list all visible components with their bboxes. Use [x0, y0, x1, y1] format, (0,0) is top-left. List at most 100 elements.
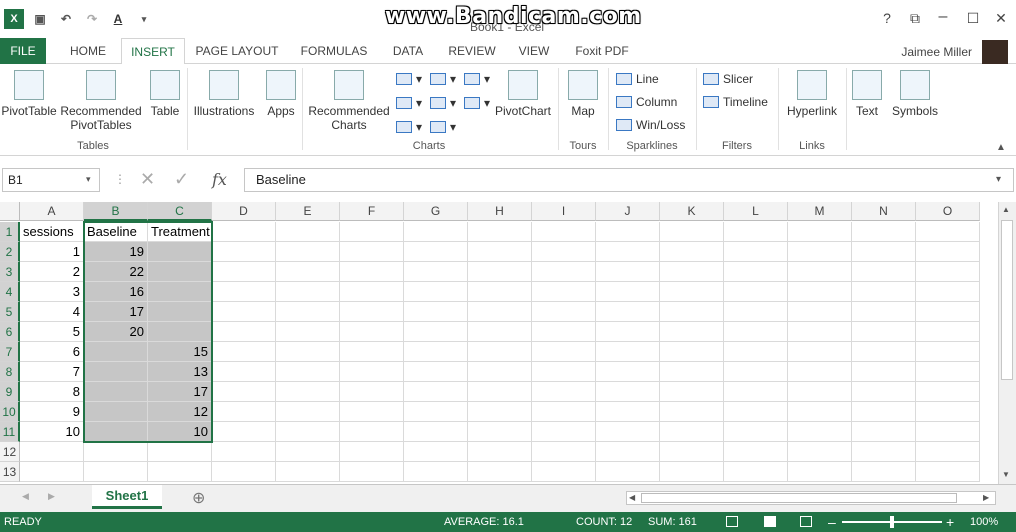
- cell-g12[interactable]: [404, 442, 468, 462]
- cell-l7[interactable]: [724, 342, 788, 362]
- cell-g2[interactable]: [404, 242, 468, 262]
- cell-o1[interactable]: [916, 222, 980, 242]
- tab-insert[interactable]: INSERT: [121, 38, 185, 65]
- scroll-up-icon[interactable]: ▲: [1002, 205, 1010, 214]
- cell-f5[interactable]: [340, 302, 404, 322]
- row-header[interactable]: 6: [0, 322, 20, 342]
- cell-d8[interactable]: [212, 362, 276, 382]
- cell-b6[interactable]: 20: [84, 322, 148, 342]
- cell-a6[interactable]: 5: [20, 322, 84, 342]
- scroll-right-icon[interactable]: ▶: [983, 493, 989, 502]
- illustrations-button[interactable]: Illustrations: [190, 70, 258, 118]
- cell-l3[interactable]: [724, 262, 788, 282]
- cell-i8[interactable]: [532, 362, 596, 382]
- cell-h12[interactable]: [468, 442, 532, 462]
- cell-e1[interactable]: [276, 222, 340, 242]
- insert-function-icon[interactable]: fx: [212, 170, 227, 189]
- tab-review[interactable]: REVIEW: [444, 38, 500, 64]
- scroll-left-icon[interactable]: ◀: [629, 493, 635, 502]
- cell-l9[interactable]: [724, 382, 788, 402]
- cell-n12[interactable]: [852, 442, 916, 462]
- cell-j3[interactable]: [596, 262, 660, 282]
- hyperlink-button[interactable]: Hyperlink: [782, 70, 842, 118]
- cell-j9[interactable]: [596, 382, 660, 402]
- cell-d13[interactable]: [212, 462, 276, 482]
- cell-m5[interactable]: [788, 302, 852, 322]
- column-header-m[interactable]: M: [788, 202, 852, 221]
- cell-j5[interactable]: [596, 302, 660, 322]
- cell-i9[interactable]: [532, 382, 596, 402]
- cell-h8[interactable]: [468, 362, 532, 382]
- cell-d5[interactable]: [212, 302, 276, 322]
- cell-i6[interactable]: [532, 322, 596, 342]
- cell-n13[interactable]: [852, 462, 916, 482]
- cell-c1[interactable]: Treatment: [148, 222, 212, 242]
- cell-h4[interactable]: [468, 282, 532, 302]
- pivottable-button[interactable]: PivotTable: [0, 70, 58, 118]
- page-break-view-icon[interactable]: [800, 516, 812, 527]
- row-header[interactable]: 3: [0, 262, 20, 282]
- cell-j2[interactable]: [596, 242, 660, 262]
- row-header[interactable]: 7: [0, 342, 20, 362]
- cell-d4[interactable]: [212, 282, 276, 302]
- column-header-c[interactable]: C: [148, 202, 212, 221]
- cell-e7[interactable]: [276, 342, 340, 362]
- cell-b5[interactable]: 17: [84, 302, 148, 322]
- cell-a8[interactable]: 7: [20, 362, 84, 382]
- cell-k1[interactable]: [660, 222, 724, 242]
- font-color-icon[interactable]: A: [108, 9, 128, 29]
- cell-b4[interactable]: 16: [84, 282, 148, 302]
- cell-d11[interactable]: [212, 422, 276, 442]
- pie-chart-button[interactable]: ▾: [396, 120, 422, 134]
- row-header[interactable]: 10: [0, 402, 20, 422]
- cell-h2[interactable]: [468, 242, 532, 262]
- cell-c2[interactable]: [148, 242, 212, 262]
- cell-o10[interactable]: [916, 402, 980, 422]
- cell-d3[interactable]: [212, 262, 276, 282]
- sheet-tab-sheet1[interactable]: Sheet1: [92, 485, 162, 509]
- cell-g7[interactable]: [404, 342, 468, 362]
- undo-icon[interactable]: ↶: [56, 9, 76, 29]
- cell-m7[interactable]: [788, 342, 852, 362]
- cell-k4[interactable]: [660, 282, 724, 302]
- cell-a11[interactable]: 10: [20, 422, 84, 442]
- map-button[interactable]: Map: [562, 70, 604, 118]
- cell-o3[interactable]: [916, 262, 980, 282]
- cell-m1[interactable]: [788, 222, 852, 242]
- sparkline-winloss-button[interactable]: Win/Loss: [616, 118, 685, 132]
- cell-e4[interactable]: [276, 282, 340, 302]
- cell-l4[interactable]: [724, 282, 788, 302]
- cell-e11[interactable]: [276, 422, 340, 442]
- column-header-g[interactable]: G: [404, 202, 468, 221]
- cell-j7[interactable]: [596, 342, 660, 362]
- cell-d12[interactable]: [212, 442, 276, 462]
- save-icon[interactable]: ▣: [30, 9, 50, 29]
- cell-m4[interactable]: [788, 282, 852, 302]
- cell-l8[interactable]: [724, 362, 788, 382]
- zoom-level[interactable]: 100%: [970, 512, 998, 532]
- redo-icon[interactable]: ↷: [82, 9, 102, 29]
- cell-c12[interactable]: [148, 442, 212, 462]
- expand-formula-bar-icon[interactable]: ▾: [996, 174, 1001, 185]
- column-header-l[interactable]: L: [724, 202, 788, 221]
- cell-f1[interactable]: [340, 222, 404, 242]
- formula-input[interactable]: Baseline: [244, 168, 1014, 192]
- cell-i4[interactable]: [532, 282, 596, 302]
- recommended-charts-button[interactable]: Recommended Charts: [304, 70, 394, 132]
- cell-a3[interactable]: 2: [20, 262, 84, 282]
- vertical-scroll-thumb[interactable]: [1001, 220, 1013, 380]
- cell-f11[interactable]: [340, 422, 404, 442]
- cell-h3[interactable]: [468, 262, 532, 282]
- cell-o2[interactable]: [916, 242, 980, 262]
- cell-f4[interactable]: [340, 282, 404, 302]
- zoom-in-icon[interactable]: +: [946, 512, 954, 532]
- cell-g1[interactable]: [404, 222, 468, 242]
- cell-n9[interactable]: [852, 382, 916, 402]
- cell-h11[interactable]: [468, 422, 532, 442]
- cell-j8[interactable]: [596, 362, 660, 382]
- cell-f10[interactable]: [340, 402, 404, 422]
- cell-n10[interactable]: [852, 402, 916, 422]
- ribbon-display-button[interactable]: ⧉: [902, 10, 928, 30]
- cell-c9[interactable]: 17: [148, 382, 212, 402]
- cell-n7[interactable]: [852, 342, 916, 362]
